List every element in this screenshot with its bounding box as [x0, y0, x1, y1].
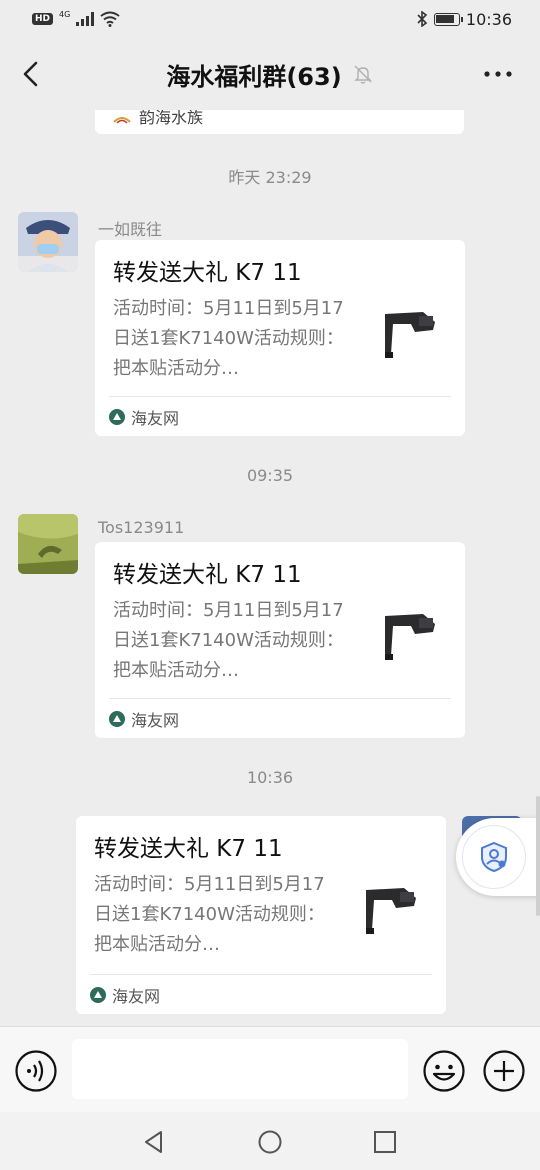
product-light-thumbnail — [375, 604, 447, 676]
product-light-thumbnail — [356, 878, 428, 950]
shield-user-icon — [481, 841, 507, 873]
battery-icon — [433, 12, 463, 26]
card-footer: 海友网 — [109, 698, 451, 738]
float-ring — [462, 825, 526, 889]
battery-level — [436, 15, 455, 23]
title-bar: 海水福利群(63) — [0, 38, 540, 110]
link-card[interactable]: 转发送大礼 K7 11 活动时间：5月11日到5月17日送1套K7140W活动规… — [95, 240, 465, 436]
status-time: 10:36 — [465, 9, 512, 29]
card-body: 活动时间：5月11日到5月17日送1套K7140W活动规则：把本贴活动分… — [113, 294, 447, 384]
bluetooth-icon — [417, 11, 428, 27]
card-body: 活动时间：5月11日到5月17日送1套K7140W活动规则：把本贴活动分… — [113, 596, 447, 686]
avatar-image-child — [18, 514, 78, 574]
status-bar: HD 4G 10:36 — [0, 0, 540, 38]
timestamp: 昨天 23:29 — [228, 168, 312, 187]
haiyouwang-logo-icon — [90, 986, 106, 1003]
voice-input-icon[interactable] — [14, 1049, 58, 1093]
previous-source: 韵海水族 — [139, 110, 204, 127]
mute-bell-icon — [353, 65, 372, 84]
card-body: 活动时间：5月11日到5月17日送1套K7140W活动规则：把本贴活动分… — [94, 870, 428, 960]
plus-icon[interactable] — [482, 1049, 526, 1093]
card-source: 海友网 — [112, 986, 161, 1006]
message-input[interactable] — [72, 1039, 408, 1099]
avatar[interactable] — [18, 212, 78, 272]
network-type: 4G — [59, 9, 71, 19]
input-bar — [0, 1026, 540, 1112]
haiyouwang-logo-icon — [109, 408, 125, 425]
system-nav-bar — [0, 1112, 540, 1170]
nav-recent-icon[interactable] — [372, 1129, 398, 1155]
nav-home-icon[interactable] — [256, 1128, 284, 1156]
chat-title[interactable]: 海水福利群(63) — [166, 57, 341, 92]
avatar-image-child — [18, 212, 78, 272]
card-description: 活动时间：5月11日到5月17日送1套K7140W活动规则：把本贴活动分… — [94, 874, 325, 955]
emoji-icon[interactable] — [422, 1049, 466, 1093]
timestamp: 10:36 — [246, 768, 294, 787]
wifi-icon — [100, 11, 120, 27]
chat-area[interactable]: 韵海水族 昨天 23:29 一如既往 转发送大礼 K7 11 活动时间：5月11… — [0, 110, 540, 1026]
link-card[interactable]: 转发送大礼 K7 11 活动时间：5月11日到5月17日送1套K7140W活动规… — [95, 542, 465, 738]
status-left: HD 4G — [32, 9, 120, 27]
haiyouwang-logo-icon — [109, 710, 125, 727]
card-footer: 海友网 — [90, 974, 432, 1014]
sender-name: Tos123911 — [98, 518, 185, 537]
title-wrap: 海水福利群(63) — [166, 57, 373, 92]
hd-badge: HD — [32, 13, 54, 25]
card-description: 活动时间：5月11日到5月17日送1套K7140W活动规则：把本贴活动分… — [113, 600, 344, 681]
source-logo-icon — [113, 117, 131, 124]
sender-name: 一如既往 — [98, 220, 163, 239]
card-title: 转发送大礼 K7 11 — [113, 562, 302, 588]
card-footer: 海友网 — [109, 396, 451, 436]
card-title: 转发送大礼 K7 11 — [94, 836, 283, 862]
status-right: 10:36 — [416, 10, 512, 29]
card-description: 活动时间：5月11日到5月17日送1套K7140W活动规则：把本贴活动分… — [113, 298, 344, 379]
card-title: 转发送大礼 K7 11 — [113, 260, 302, 286]
card-source: 海友网 — [131, 408, 180, 428]
back-icon[interactable] — [14, 56, 50, 92]
scrollbar[interactable] — [536, 796, 540, 916]
signal-icon — [76, 12, 95, 26]
previous-card-footer[interactable]: 韵海水族 — [95, 110, 464, 134]
timestamp: 09:35 — [246, 466, 294, 485]
link-card[interactable]: 转发送大礼 K7 11 活动时间：5月11日到5月17日送1套K7140W活动规… — [76, 816, 446, 1014]
nav-back-icon[interactable] — [140, 1128, 168, 1156]
product-light-thumbnail — [375, 302, 447, 374]
more-icon[interactable] — [482, 64, 514, 84]
card-source: 海友网 — [131, 710, 180, 730]
avatar[interactable] — [18, 514, 78, 574]
floating-assistant-button[interactable] — [456, 818, 540, 896]
